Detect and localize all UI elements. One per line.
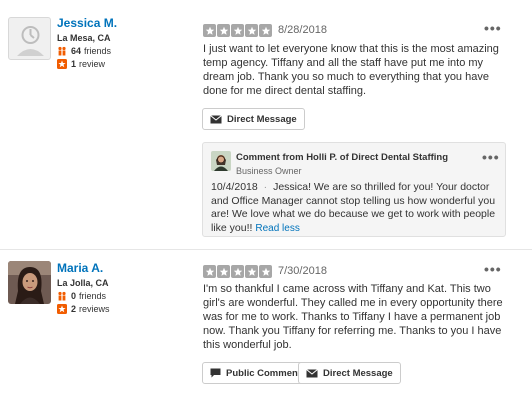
more-options-icon[interactable]: ••• [484,20,502,36]
user-info: Jessica M. La Mesa, CA 64 friends 1 revi… [57,16,117,72]
public-comment-button[interactable]: Public Comment [202,362,309,384]
star-icon [231,24,244,37]
star-icon [259,24,272,37]
owner-comment-date: 10/4/2018 [211,181,258,193]
star-icon [203,24,216,37]
owner-role: Business Owner [236,166,302,176]
separator: · [263,181,268,193]
review-item: Maria A. La Jolla, CA 0 friends 2 review… [0,251,532,400]
star-icon [245,265,258,278]
speech-bubble-icon [210,368,221,378]
user-avatar[interactable] [8,17,51,60]
more-options-icon[interactable]: ••• [482,149,500,165]
more-options-icon[interactable]: ••• [484,261,502,277]
star-icon [203,265,216,278]
user-info: Maria A. La Jolla, CA 0 friends 2 review… [57,261,110,317]
user-photo-icon [8,261,51,304]
rating-stars [203,24,273,37]
review-date: 8/28/2018 [278,24,327,36]
friends-icon [58,46,66,56]
user-location: La Jolla, CA [57,278,109,288]
star-icon [245,24,258,37]
star-icon [259,265,272,278]
review-count: 2 reviews [57,304,110,314]
star-icon [217,24,230,37]
star-icon [231,265,244,278]
friends-icon [58,291,66,301]
envelope-icon [306,368,318,377]
review-star-icon [57,304,67,314]
owner-comment: Comment from Holli P. of Direct Dental S… [202,142,506,237]
owner-avatar[interactable] [211,151,231,171]
rating-stars [203,265,273,278]
user-name[interactable]: Maria A. [57,261,110,275]
envelope-icon [210,114,222,123]
user-avatar[interactable] [8,261,51,304]
star-icon [217,265,230,278]
friends-count: 0 friends [57,291,110,301]
read-less-link[interactable]: Read less [255,223,299,234]
direct-message-button[interactable]: Direct Message [202,108,305,130]
review-star-icon [57,59,67,69]
user-location: La Mesa, CA [57,33,111,43]
review-count: 1 review [57,59,117,69]
owner-photo-icon [211,151,231,171]
review-date: 7/30/2018 [278,265,327,277]
user-name[interactable]: Jessica M. [57,16,117,30]
review-item: Jessica M. La Mesa, CA 64 friends 1 revi… [0,0,532,250]
review-text: I'm so thankful I came across with Tiffa… [203,283,503,351]
default-avatar-icon [17,26,44,56]
friends-count: 64 friends [57,46,117,56]
direct-message-button[interactable]: Direct Message [298,362,401,384]
review-text: I just want to let everyone know that th… [203,43,499,97]
owner-comment-title: Comment from Holli P. of Direct Dental S… [236,152,449,163]
owner-comment-text: 10/4/2018 · Jessica! We are so thrilled … [211,181,501,235]
